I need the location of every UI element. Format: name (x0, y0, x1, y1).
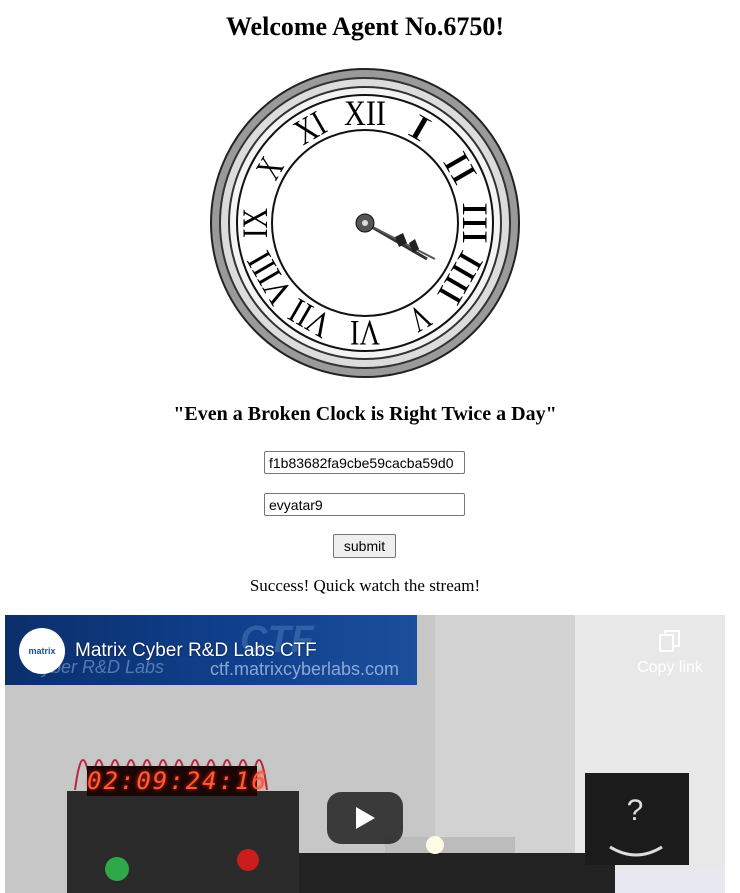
video-player[interactable]: ? 02:09:24:16 CTF Cyber R&D Labs ctf.mat… (5, 615, 725, 893)
copy-link-button[interactable]: Copy link (630, 629, 710, 677)
quote-heading: "Even a Broken Clock is Right Twice a Da… (173, 403, 557, 425)
username-input[interactable] (264, 493, 465, 516)
clock-image: XII I II III IIII V VI VII VIII IX X XI (208, 66, 522, 380)
copy-icon (659, 630, 680, 652)
led-countdown-display: 02:09:24:16 (87, 766, 268, 796)
clock-numeral: III (455, 202, 495, 244)
clock-center-dot (362, 220, 368, 226)
clock-numeral: IX (235, 208, 275, 238)
clock-numeral: XII (344, 93, 386, 133)
video-title[interactable]: Matrix Cyber R&D Labs CTF (75, 640, 317, 662)
copy-link-label: Copy link (637, 659, 703, 676)
banner-url-text: ctf.matrixcyberlabs.com (210, 659, 400, 679)
play-icon (356, 807, 375, 829)
page-title: Welcome Agent No.6750! (225, 12, 504, 41)
status-message: Success! Quick watch the stream! (249, 576, 481, 595)
hash-input[interactable] (264, 451, 465, 474)
clock-numeral: VI (350, 313, 380, 353)
play-button[interactable] (327, 792, 403, 844)
channel-avatar[interactable]: matrix (19, 628, 65, 674)
box-question-mark: ? (627, 794, 644, 827)
submit-button[interactable]: submit (333, 534, 396, 558)
